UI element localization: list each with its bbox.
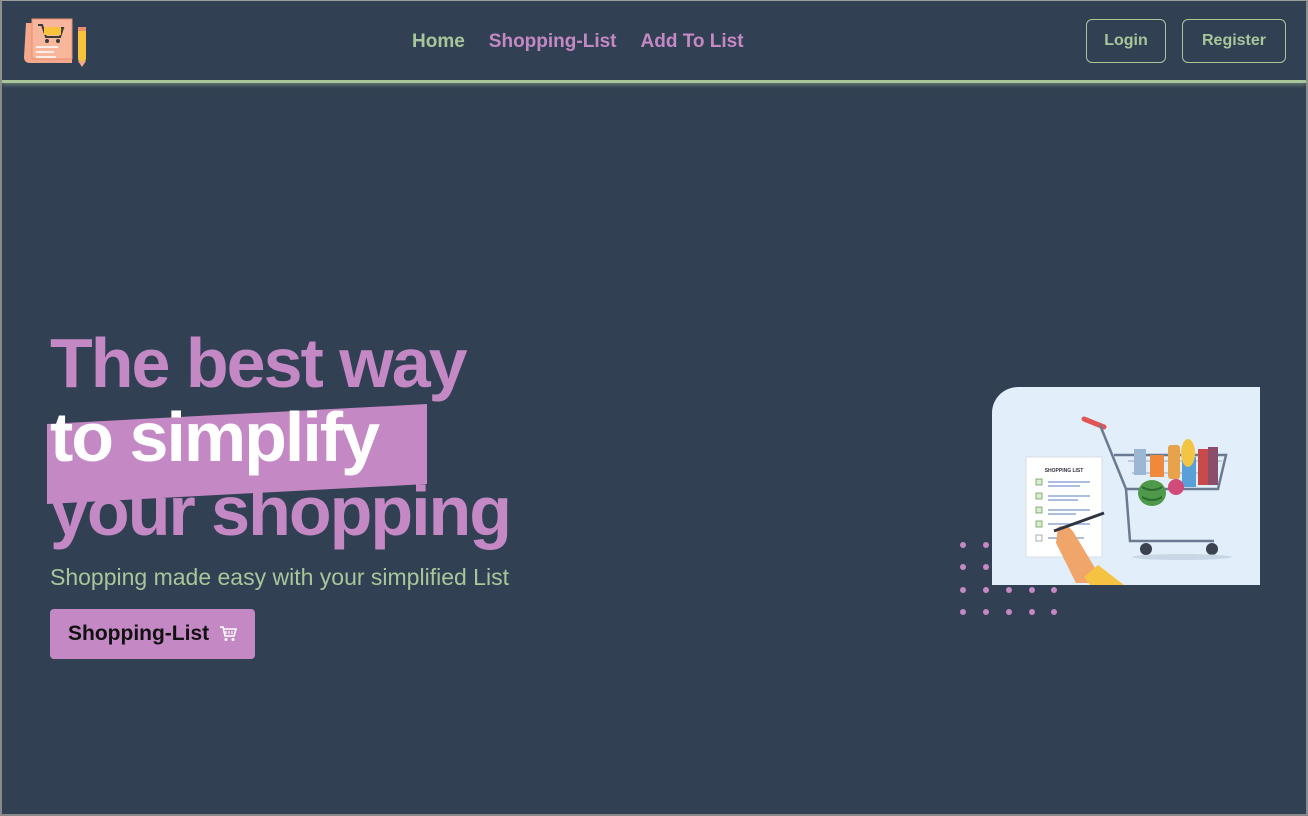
navbar: Home Shopping-List Add To List Login Reg… bbox=[2, 1, 1306, 83]
headline-line-2: to simplify bbox=[47, 398, 610, 504]
register-button[interactable]: Register bbox=[1182, 19, 1286, 63]
cart-icon bbox=[220, 626, 238, 641]
nav-link-shopping-list[interactable]: Shopping-List bbox=[489, 31, 617, 53]
nav-link-home[interactable]: Home bbox=[412, 31, 465, 53]
illustration-list-title: SHOPPING LIST bbox=[1045, 468, 1084, 474]
shopping-cart-illustration-icon: SHOPPING LIST bbox=[1025, 416, 1232, 585]
hero-subtitle: Shopping made easy with your simplified … bbox=[50, 564, 509, 590]
headline-line-1: The best way bbox=[50, 324, 468, 402]
headline-highlight-text: to simplify bbox=[50, 398, 380, 476]
app-frame: Home Shopping-List Add To List Login Reg… bbox=[0, 0, 1308, 816]
auth-buttons: Login Register bbox=[1086, 19, 1286, 63]
shopping-illustration: SHOPPING LIST bbox=[992, 387, 1260, 585]
nav-links: Home Shopping-List Add To List bbox=[412, 29, 744, 55]
nav-link-add-to-list[interactable]: Add To List bbox=[641, 31, 744, 53]
login-button[interactable]: Login bbox=[1086, 19, 1166, 63]
cta-label: Shopping-List bbox=[68, 622, 210, 645]
hero-section: The best way to simplify your shopping S… bbox=[47, 324, 610, 659]
headline-highlight: to simplify bbox=[47, 398, 427, 504]
shopping-list-logo-icon[interactable] bbox=[22, 15, 94, 67]
hero-headline: The best way to simplify your shopping bbox=[47, 324, 610, 548]
shopping-list-cta-button[interactable]: Shopping-List bbox=[50, 609, 256, 659]
